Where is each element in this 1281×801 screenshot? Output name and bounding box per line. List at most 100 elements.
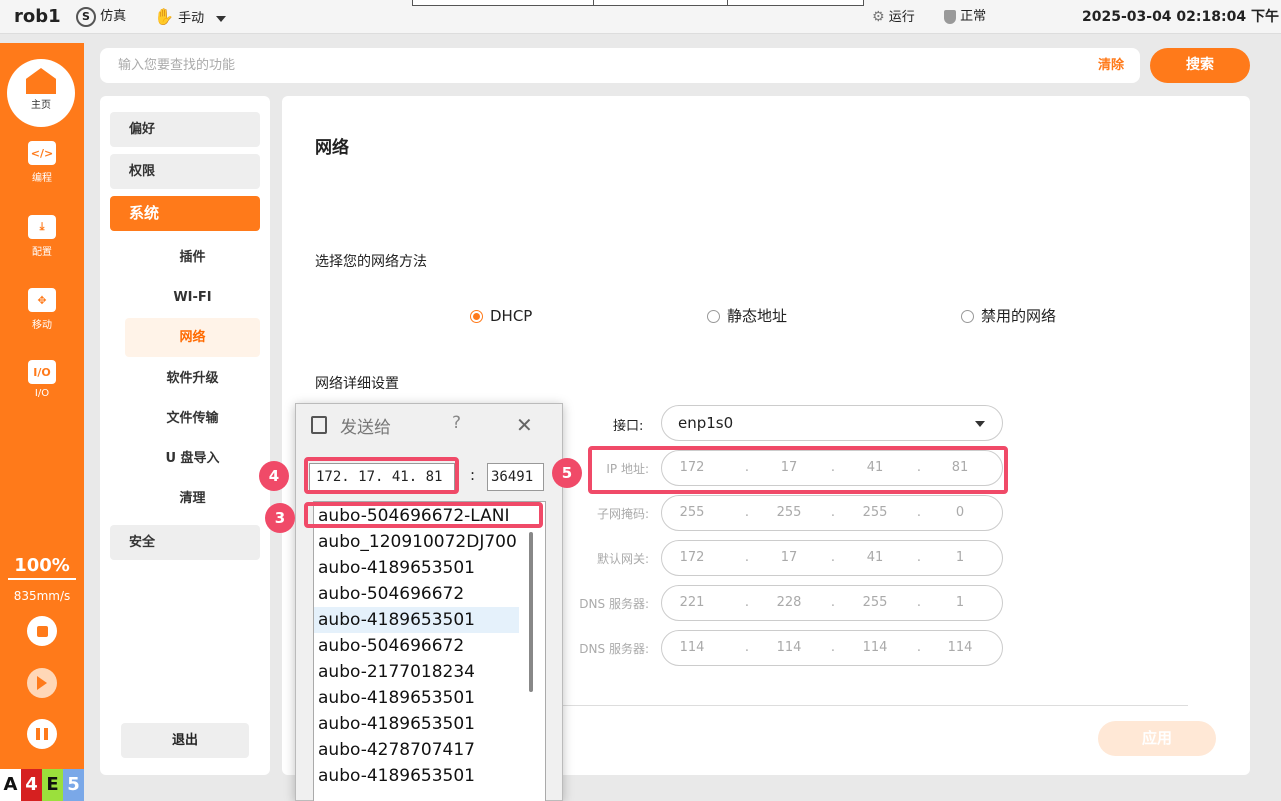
octet: 228 <box>776 595 802 610</box>
list-item[interactable]: aubo-4278707417 <box>314 737 519 763</box>
octet: 221 <box>679 595 705 610</box>
dot: . <box>916 640 922 655</box>
dns2-field[interactable]: 114. 114. 114. 114 <box>661 630 1003 666</box>
logout-button[interactable]: 退出 <box>121 723 249 758</box>
search-button[interactable]: 搜索 <box>1150 48 1250 83</box>
dot: . <box>830 640 836 655</box>
dns1-field[interactable]: 221. 228. 255. 1 <box>661 585 1003 621</box>
pause-button[interactable] <box>27 719 57 749</box>
nav-program-button[interactable]: </> 编程 <box>0 141 84 184</box>
radio-dot <box>470 310 483 323</box>
dot: . <box>744 595 750 610</box>
radio-dot <box>961 310 974 323</box>
dot: . <box>744 550 750 565</box>
method-label: 选择您的网络方法 <box>315 254 427 270</box>
list-item[interactable]: aubo_120910072DJ700 <box>314 529 519 555</box>
sub-item-network[interactable]: 网络 <box>125 318 260 357</box>
dot: . <box>830 595 836 610</box>
search-bar: 清除 <box>100 48 1140 83</box>
subnet-mask-field[interactable]: 255. 255. 255. 0 <box>661 495 1003 531</box>
nav-io-button[interactable]: I/O I/O <box>0 360 84 399</box>
interface-select[interactable]: enp1s0 <box>661 405 1003 441</box>
speed-mm: 835mm/s <box>13 589 71 603</box>
dot: . <box>830 550 836 565</box>
list-item[interactable]: aubo-4189653501 <box>314 711 519 737</box>
search-input[interactable] <box>118 48 1018 83</box>
close-icon[interactable]: ✕ <box>516 413 533 437</box>
radio-dhcp[interactable]: DHCP <box>470 305 532 327</box>
sim-mode-label: 仿真 <box>100 9 127 24</box>
app-icon <box>311 416 327 434</box>
menu-item-preferences[interactable]: 偏好 <box>110 112 260 147</box>
chevron-down-icon <box>216 15 227 22</box>
menu-item-security[interactable]: 安全 <box>110 525 260 560</box>
gateway-field[interactable]: 172. 17. 41. 1 <box>661 540 1003 576</box>
sub-item-wifi[interactable]: WI-FI <box>125 278 260 317</box>
shield-icon <box>944 9 956 24</box>
octet: 255 <box>776 505 802 520</box>
dot: . <box>744 640 750 655</box>
stop-button[interactable] <box>27 616 57 646</box>
sim-mode-toggle[interactable]: S 仿真 <box>76 0 126 34</box>
octet: 0 <box>955 505 965 520</box>
octet: 114 <box>776 640 802 655</box>
list-item[interactable]: aubo-2177018234 <box>314 659 519 685</box>
run-status: ⚙ 运行 <box>872 0 915 34</box>
status-4: 4 <box>21 769 42 801</box>
nav-io-label: I/O <box>34 388 50 399</box>
sub-item-usb-import[interactable]: U 盘导入 <box>125 439 260 478</box>
highlight-ip-input <box>304 457 459 494</box>
manual-mode-dropdown[interactable]: ✋ 手动 <box>154 0 227 34</box>
sub-item-cleanup[interactable]: 清理 <box>125 479 260 518</box>
device-list[interactable]: aubo-504696672-LANI aubo_120910072DJ700 … <box>313 501 546 801</box>
sub-item-file-transfer[interactable]: 文件传输 <box>125 399 260 438</box>
octet: 114 <box>947 640 973 655</box>
list-item[interactable]: aubo-4189653501 <box>314 607 519 633</box>
octet: 1 <box>955 550 965 565</box>
list-item[interactable]: aubo-504696672 <box>314 633 519 659</box>
radio-dot <box>707 310 720 323</box>
radio-static[interactable]: 静态地址 <box>707 305 787 327</box>
list-scrollbar[interactable] <box>529 532 533 692</box>
dot: . <box>744 505 750 520</box>
nav-config-button[interactable]: ⤓ 配置 <box>0 215 84 258</box>
menu-item-permissions[interactable]: 权限 <box>110 154 260 189</box>
divider <box>462 705 1188 706</box>
io-icon: I/O <box>28 360 56 384</box>
octet: 17 <box>780 550 798 565</box>
left-nav: 主页 </> 编程 ⤓ 配置 ✥ 移动 I/O I/O 100% 835mm/s… <box>0 43 84 801</box>
code-icon: </> <box>28 141 56 165</box>
sim-icon: S <box>76 6 96 27</box>
status-e: E <box>42 769 63 801</box>
page-title: 网络 <box>315 138 349 158</box>
health-status: 正常 <box>944 0 986 34</box>
sub-item-plugins[interactable]: 插件 <box>125 238 260 277</box>
dot: . <box>916 595 922 610</box>
home-icon <box>26 68 56 94</box>
list-item[interactable]: aubo-4189653501 <box>314 763 519 789</box>
port-input[interactable]: 36491 <box>487 463 544 491</box>
radio-dhcp-label: DHCP <box>490 307 533 325</box>
help-button[interactable]: ? <box>452 413 461 433</box>
list-item[interactable]: aubo-4189653501 <box>314 685 519 711</box>
dialog-title: 发送给 <box>340 418 391 438</box>
list-item[interactable]: aubo-4189653501 <box>314 555 519 581</box>
clear-button[interactable]: 清除 <box>1098 48 1124 83</box>
list-item[interactable]: aubo-504696672 <box>314 581 519 607</box>
port-separator: : <box>470 466 476 484</box>
dns2-label: DNS 服务器: <box>579 642 649 656</box>
radio-disabled[interactable]: 禁用的网络 <box>961 305 1056 327</box>
apply-button[interactable]: 应用 <box>1098 721 1216 756</box>
octet: 255 <box>862 595 888 610</box>
menu-item-system[interactable]: 系统 <box>110 196 260 231</box>
nav-move-button[interactable]: ✥ 移动 <box>0 288 84 331</box>
speed-percent[interactable]: 100% <box>8 555 76 580</box>
radio-static-label: 静态地址 <box>727 307 788 325</box>
octet: 41 <box>866 550 884 565</box>
nav-home-button[interactable]: 主页 <box>7 59 75 127</box>
radio-disabled-label: 禁用的网络 <box>981 307 1057 325</box>
sub-item-software-update[interactable]: 软件升级 <box>125 359 260 398</box>
octet: 114 <box>862 640 888 655</box>
stop-icon <box>36 625 48 637</box>
step-button[interactable] <box>27 668 57 698</box>
